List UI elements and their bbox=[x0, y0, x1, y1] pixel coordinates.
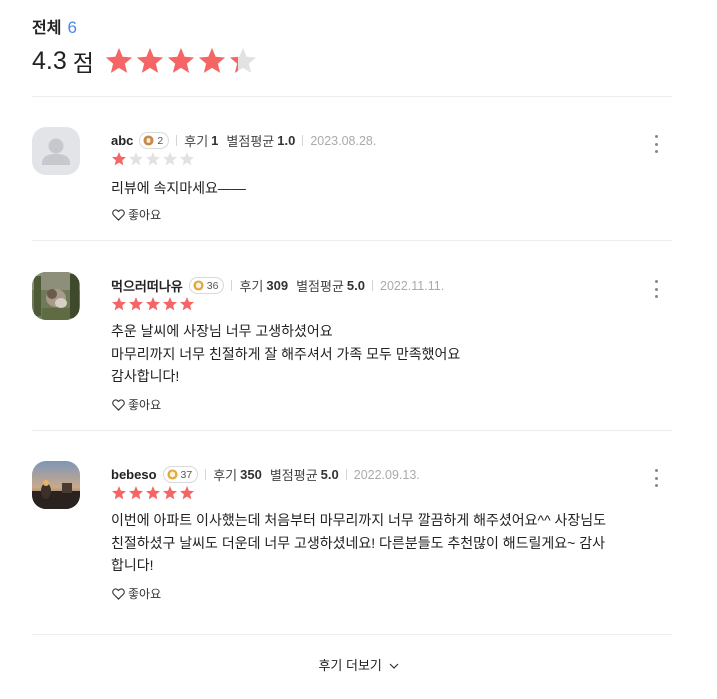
reviewer-name[interactable]: 먹으러떠나유 bbox=[111, 276, 183, 295]
reviews-label: 후기 bbox=[239, 279, 264, 294]
divider bbox=[32, 240, 672, 241]
reviewer-level-badge: 36 bbox=[188, 277, 225, 294]
star-icon bbox=[163, 486, 177, 500]
review-item: 먹으러떠나유 36 후기 309 별점평균 5.0 2022.11.11. 추운… bbox=[32, 272, 672, 417]
like-label: 좋아요 bbox=[128, 587, 162, 601]
star-icon bbox=[105, 47, 133, 73]
section-title: 전체 6 bbox=[32, 14, 77, 38]
section-title-label: 전체 bbox=[32, 20, 62, 37]
gold-medal-icon bbox=[166, 469, 178, 480]
review-content: 추운 날씨에 사장님 너무 고생하셨어요 마무리까지 너무 친절하게 잘 해주셔… bbox=[111, 323, 461, 384]
reviews-count: 350 bbox=[240, 467, 262, 482]
divider bbox=[32, 430, 672, 431]
review-star-rating bbox=[111, 151, 195, 167]
average-label: 별점평균 bbox=[269, 468, 318, 483]
star-icon bbox=[198, 47, 226, 73]
badge-level: 36 bbox=[206, 279, 219, 292]
average-value: 5.0 bbox=[320, 467, 339, 482]
gold-medal-icon bbox=[193, 280, 204, 291]
star-icon bbox=[180, 297, 194, 311]
separator bbox=[372, 280, 373, 291]
star-icon bbox=[146, 297, 160, 311]
more-options-button[interactable] bbox=[650, 135, 662, 153]
photo-avatar bbox=[32, 272, 80, 320]
review-meta: 먹으러떠나유 36 후기 309 별점평균 5.0 2022.11.11. bbox=[111, 276, 444, 295]
default-avatar bbox=[32, 127, 80, 175]
more-options-button[interactable] bbox=[650, 280, 662, 298]
reviews-label: 후기 bbox=[213, 468, 238, 483]
score-unit: 점 bbox=[72, 50, 94, 76]
reviewer-name[interactable]: abc bbox=[111, 133, 133, 148]
star-icon bbox=[129, 297, 143, 311]
reviewer-level-badge: 37 bbox=[162, 466, 199, 483]
badge-level: 2 bbox=[157, 134, 164, 147]
chevron-down-icon bbox=[389, 663, 398, 669]
average-value: 1.0 bbox=[277, 133, 296, 148]
star-icon bbox=[129, 152, 143, 166]
review-content: 리뷰에 속지마세요—— bbox=[111, 180, 246, 196]
divider bbox=[32, 634, 672, 635]
separator bbox=[176, 135, 178, 146]
reviews-count: 309 bbox=[266, 278, 289, 293]
star-icon bbox=[112, 152, 126, 166]
average-label: 별점평균 bbox=[296, 279, 344, 294]
average-star-rating bbox=[104, 46, 258, 76]
review-date: 2023.08.28. bbox=[310, 133, 377, 148]
separator bbox=[231, 280, 233, 291]
separator bbox=[302, 135, 304, 146]
like-label: 좋아요 bbox=[128, 398, 162, 412]
like-button[interactable]: 좋아요 bbox=[112, 206, 161, 223]
reviews-count: 1 bbox=[211, 133, 219, 148]
star-icon bbox=[129, 486, 143, 500]
average-value: 5.0 bbox=[346, 278, 365, 293]
like-button[interactable]: 좋아요 bbox=[112, 585, 161, 602]
star-icon bbox=[180, 486, 194, 500]
reviewer-level-badge: 2 bbox=[139, 132, 170, 149]
review-count: 6 bbox=[67, 18, 77, 37]
review-content: 이번에 아파트 이사했는데 처음부터 마무리까지 너무 깔끔하게 해주셨어요^^… bbox=[111, 512, 607, 573]
badge-level: 37 bbox=[180, 468, 193, 481]
review-item: abc 2 후기 1 별점평균 1.0 2023.08.28. 리뷰에 속지마세… bbox=[32, 127, 672, 227]
separator bbox=[345, 469, 347, 480]
star-icon bbox=[167, 47, 195, 73]
star-icon bbox=[146, 486, 160, 500]
heart-icon bbox=[112, 208, 125, 221]
average-label: 별점평균 bbox=[226, 134, 275, 149]
star-icon bbox=[112, 297, 126, 311]
star-icon bbox=[229, 47, 257, 73]
average-score: 4.3 bbox=[32, 46, 67, 75]
load-more-reviews-button[interactable]: 후기 더보기 bbox=[0, 655, 717, 674]
review-item: bebeso 37 후기 350 별점평균 5.0 2022.09.13. 이번… bbox=[32, 461, 672, 606]
review-star-rating bbox=[111, 485, 195, 501]
separator bbox=[205, 469, 207, 480]
heart-icon bbox=[112, 398, 125, 411]
star-icon bbox=[163, 152, 177, 166]
average-rating: 4.3 점 bbox=[32, 44, 258, 78]
like-button[interactable]: 좋아요 bbox=[112, 396, 161, 413]
review-meta: bebeso 37 후기 350 별점평균 5.0 2022.09.13. bbox=[111, 465, 420, 484]
reviews-label: 후기 bbox=[184, 134, 209, 149]
review-date: 2022.09.13. bbox=[353, 467, 420, 482]
review-star-rating bbox=[111, 296, 195, 312]
like-label: 좋아요 bbox=[128, 208, 162, 222]
star-icon bbox=[163, 297, 177, 311]
divider bbox=[32, 96, 672, 97]
more-options-button[interactable] bbox=[650, 469, 662, 487]
bronze-medal-icon bbox=[143, 135, 154, 146]
review-meta: abc 2 후기 1 별점평균 1.0 2023.08.28. bbox=[111, 131, 376, 150]
review-date: 2022.11.11. bbox=[380, 278, 445, 293]
star-icon bbox=[136, 47, 164, 73]
load-more-label: 후기 더보기 bbox=[318, 658, 382, 673]
photo-avatar bbox=[32, 461, 80, 509]
reviewer-name[interactable]: bebeso bbox=[111, 467, 157, 482]
star-icon bbox=[146, 152, 160, 166]
star-icon bbox=[112, 486, 126, 500]
heart-icon bbox=[112, 587, 125, 600]
star-icon bbox=[180, 152, 194, 166]
